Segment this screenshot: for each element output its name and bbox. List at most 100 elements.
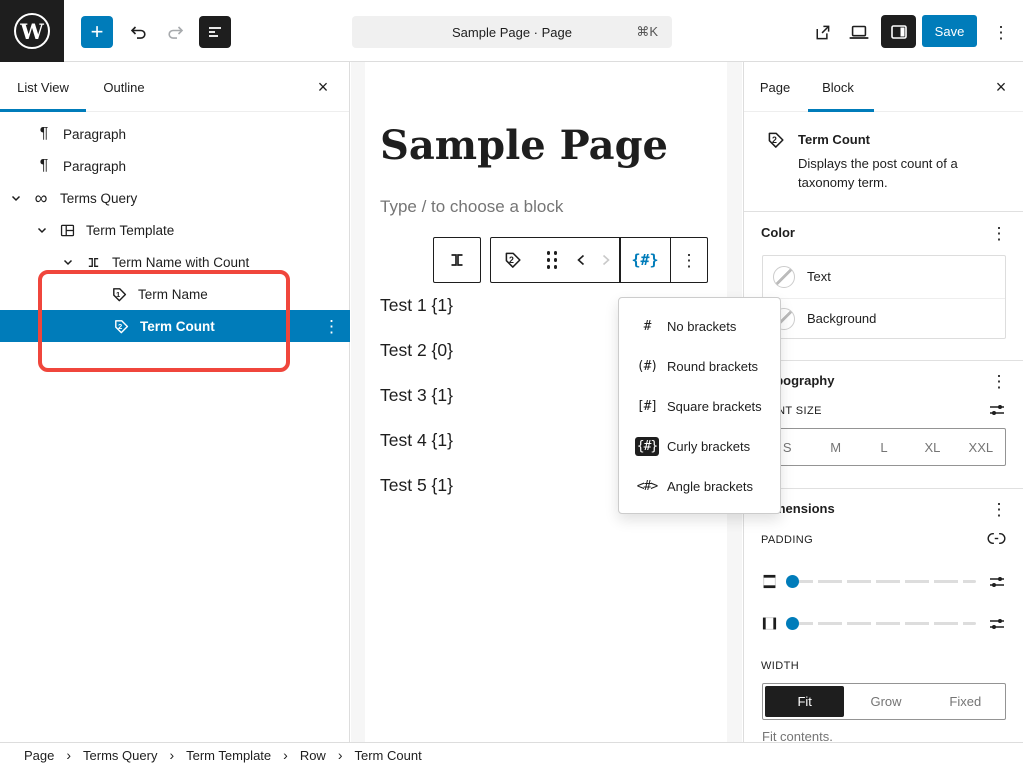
list-item-options-button[interactable]: ⋮ (323, 318, 340, 335)
svg-text:1: 1 (116, 289, 121, 298)
tab-block[interactable]: Block (810, 62, 866, 112)
term-row[interactable]: Test 5 {1} (380, 475, 453, 496)
menu-item-square-brackets[interactable]: [#] Square brackets (619, 386, 780, 426)
slider-thumb[interactable] (786, 617, 799, 630)
tab-list-view[interactable]: List View (0, 62, 86, 112)
width-fixed[interactable]: Fixed (926, 684, 1005, 719)
settings-sidebar-toggle[interactable] (881, 15, 916, 48)
select-parent-row-button[interactable] (433, 237, 481, 283)
empty-block-placeholder[interactable]: Type / to choose a block (380, 197, 563, 217)
breadcrumb-page[interactable]: Page (24, 748, 54, 763)
tab-page[interactable]: Page (748, 62, 802, 112)
block-options-button[interactable]: ⋮ (671, 238, 707, 282)
width-grow[interactable]: Grow (846, 684, 925, 719)
term-row[interactable]: Test 2 {0} (380, 340, 453, 361)
font-size-picker: S M L XL XXL (762, 428, 1006, 466)
breadcrumb-row[interactable]: Row (300, 748, 326, 763)
breadcrumb-term-count: Term Count (355, 748, 422, 763)
tag-2-icon: 2 (110, 317, 132, 336)
move-left-button[interactable] (569, 238, 593, 282)
background-color-row[interactable]: Background (763, 298, 1005, 340)
term-row[interactable]: Test 4 {1} (380, 430, 453, 451)
redo-button[interactable] (160, 16, 192, 48)
close-sidebar-button[interactable]: × (989, 75, 1013, 99)
list-item-term-count-selected[interactable]: 2 Term Count ⋮ (0, 310, 350, 342)
list-view-tabs: List View Outline × (0, 62, 349, 112)
kebab-icon: ⋮ (991, 225, 1008, 242)
drag-handle[interactable] (535, 238, 569, 282)
slider-thumb[interactable] (786, 575, 799, 588)
template-icon (56, 222, 78, 239)
round-brackets-icon: (#) (631, 359, 663, 374)
chevron-down-icon[interactable] (8, 190, 24, 206)
slider-settings-button[interactable] (987, 614, 1007, 634)
wordpress-logo-button[interactable]: W (0, 0, 64, 62)
font-size-xl[interactable]: XL (908, 429, 956, 465)
font-size-xxl[interactable]: XXL (957, 429, 1005, 465)
no-brackets-icon: # (631, 319, 663, 334)
brackets-setting-button[interactable]: {#} (621, 238, 670, 282)
view-site-button[interactable] (806, 16, 838, 48)
divider (744, 360, 1023, 361)
options-menu-button[interactable]: ⋮ (985, 16, 1017, 48)
list-item-terms-query[interactable]: ∞ Terms Query (0, 182, 350, 214)
menu-item-angle-brackets[interactable]: <#> Angle brackets (619, 466, 780, 506)
chevron-down-icon[interactable] (34, 222, 50, 238)
sidebar-tabs: Page Block × (744, 62, 1023, 112)
save-button[interactable]: Save (922, 15, 977, 47)
font-size-m[interactable]: M (811, 429, 859, 465)
font-size-settings-button[interactable] (987, 400, 1007, 420)
font-size-l[interactable]: L (860, 429, 908, 465)
breadcrumb-terms-query[interactable]: Terms Query (83, 748, 157, 763)
list-item-label: Term Count (140, 319, 215, 334)
list-item-paragraph-1[interactable]: ¶ Paragraph (0, 118, 350, 150)
unlink-sides-button[interactable] (986, 528, 1007, 549)
page-title[interactable]: Sample Page (380, 122, 668, 169)
square-brackets-icon: [#] (631, 399, 663, 414)
tab-outline[interactable]: Outline (92, 62, 156, 112)
settings-sidebar: Page Block × 2 Term Count Displays the p… (743, 62, 1023, 742)
slider-track[interactable] (789, 580, 976, 583)
preview-button[interactable] (843, 16, 875, 48)
list-item-label: Paragraph (63, 127, 126, 142)
block-card-description: Displays the post count of a taxonomy te… (798, 154, 976, 192)
tag-2-icon: 2 (765, 129, 787, 151)
list-item-term-template[interactable]: Term Template (0, 214, 350, 246)
color-settings-box: Text Background (762, 255, 1006, 339)
command-shortcut: ⌘K (636, 24, 658, 40)
padding-label: PADDING (761, 534, 813, 546)
undo-button[interactable] (122, 16, 154, 48)
external-link-icon (812, 22, 833, 43)
close-icon: × (996, 77, 1007, 98)
term-row[interactable]: Test 3 {1} (380, 385, 453, 406)
dimensions-options-button[interactable]: ⋮ (987, 497, 1011, 521)
document-overview-button[interactable] (199, 16, 231, 48)
color-options-button[interactable]: ⋮ (987, 221, 1011, 245)
slider-settings-button[interactable] (987, 572, 1007, 592)
wordpress-icon: W (14, 13, 50, 49)
typography-options-button[interactable]: ⋮ (987, 369, 1011, 393)
width-fit[interactable]: Fit (765, 686, 844, 717)
svg-text:2: 2 (118, 321, 122, 330)
command-palette[interactable]: Sample Page · Page ⌘K (352, 16, 672, 48)
block-type-button[interactable]: 2 (491, 238, 535, 282)
slider-track[interactable] (789, 622, 976, 625)
close-list-view-button[interactable]: × (311, 75, 335, 99)
kebab-icon: ⋮ (991, 501, 1008, 518)
menu-item-no-brackets[interactable]: # No brackets (619, 306, 780, 346)
move-right-button[interactable] (593, 238, 619, 282)
menu-item-curly-brackets-selected[interactable]: {#} Curly brackets (619, 426, 780, 466)
list-item-paragraph-2[interactable]: ¶ Paragraph (0, 150, 350, 182)
block-inserter-button[interactable]: + (81, 16, 113, 48)
term-row[interactable]: Test 1 {1} (380, 295, 453, 316)
list-item-term-name[interactable]: 1 Term Name (0, 278, 350, 310)
query-loop-icon: ∞ (30, 188, 52, 209)
svg-text:2: 2 (772, 135, 777, 145)
menu-item-round-brackets[interactable]: (#) Round brackets (619, 346, 780, 386)
tag-2-icon: 2 (502, 249, 524, 271)
breadcrumb-term-template[interactable]: Term Template (186, 748, 271, 763)
text-color-row[interactable]: Text (763, 256, 1005, 298)
kebab-icon: ⋮ (991, 373, 1008, 390)
chevron-down-icon[interactable] (60, 254, 76, 270)
list-item-term-name-with-count[interactable]: Term Name with Count (0, 246, 350, 278)
